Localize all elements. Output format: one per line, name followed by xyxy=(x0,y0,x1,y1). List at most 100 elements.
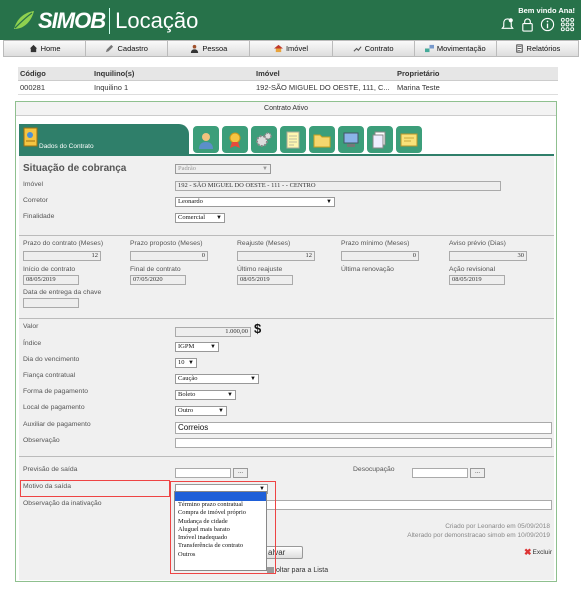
acao-label: Ação revisional xyxy=(449,266,496,273)
chevron-down-icon: ▼ xyxy=(227,392,233,398)
chevron-down-icon: ▼ xyxy=(326,199,332,205)
dropdown-option[interactable]: Imóvel inadequado xyxy=(175,534,266,542)
prazo-contrato-label: Prazo do contrato (Meses) xyxy=(23,240,104,247)
dropdown-option[interactable]: Outros xyxy=(175,551,266,559)
nav-relatorios[interactable]: Relatórios xyxy=(496,41,578,56)
tab-anotacoes[interactable] xyxy=(280,126,306,153)
transfer-icon xyxy=(424,44,434,53)
corretor-label: Corretor xyxy=(23,197,48,204)
indice-value: IGPM xyxy=(178,343,195,350)
contract-panel: Contrato Ativo Dados do Contrato Situaçã… xyxy=(15,101,557,582)
observacao-label: Observação xyxy=(23,437,60,444)
bell-icon[interactable] xyxy=(500,17,515,32)
contract-form: Situação de cobrança Padrão ▼ Imóvel 192 … xyxy=(19,156,554,580)
nav-cadastro[interactable]: Cadastro xyxy=(86,41,169,56)
desocupacao-calendar-button[interactable]: ... xyxy=(470,468,485,478)
tab-garantia[interactable] xyxy=(222,126,248,153)
dropdown-option[interactable]: Compra de imóvel próprio xyxy=(175,509,266,517)
note-icon xyxy=(400,133,418,146)
tab-arquivos[interactable] xyxy=(309,126,335,153)
forma-label: Forma de pagamento xyxy=(23,388,88,395)
tab-bar: Dados do Contrato xyxy=(19,124,554,155)
chevron-down-icon: ▼ xyxy=(188,360,194,366)
reajuste-label: Reajuste (Meses) xyxy=(237,240,291,247)
dropdown-option-empty[interactable] xyxy=(175,492,266,501)
header-icons xyxy=(500,17,575,32)
lock-icon[interactable] xyxy=(520,17,535,32)
info-icon[interactable] xyxy=(540,17,555,32)
reajuste-field: 12 xyxy=(237,251,315,261)
tenant-icon xyxy=(199,132,213,149)
motivo-highlight xyxy=(20,480,170,497)
aviso-field: 30 xyxy=(449,251,527,261)
desocupacao-field[interactable] xyxy=(412,468,468,478)
final-field: 07/05/2020 xyxy=(130,275,186,285)
inicio-field: 08/05/2019 xyxy=(23,275,79,285)
leaf-logo-icon xyxy=(14,11,34,29)
nav-movimentacao[interactable]: Movimentação xyxy=(414,41,497,56)
aviso-label: Aviso prévio (Dias) xyxy=(449,240,506,247)
voltar-link[interactable]: oltar para a Lista xyxy=(267,567,328,574)
nav-contrato[interactable]: Contrato xyxy=(332,41,415,56)
finalidade-select[interactable]: Comercial ▼ xyxy=(175,213,225,223)
tab-dados-contrato[interactable]: Dados do Contrato xyxy=(19,124,189,155)
fianca-value: Caução xyxy=(178,375,198,382)
nav-pessoa[interactable]: Pessoa xyxy=(168,41,251,56)
col-inquilinos: Inquilino(s) xyxy=(92,67,254,81)
previsao-calendar-button[interactable]: ... xyxy=(233,468,248,478)
tab-config[interactable] xyxy=(251,126,277,153)
auxiliar-field[interactable]: Correios xyxy=(175,422,552,434)
dropdown-option[interactable]: Transferência de contrato xyxy=(175,542,266,550)
fianca-select[interactable]: Caução ▼ xyxy=(175,374,259,384)
dia-label: Dia do vencimento xyxy=(23,356,80,363)
auxiliar-label: Auxiliar de pagamento xyxy=(23,421,91,428)
valor-field[interactable]: 1.000,00 xyxy=(175,327,251,337)
dropdown-option[interactable]: Término prazo contratual xyxy=(175,501,266,509)
entrega-field[interactable] xyxy=(23,298,79,308)
indice-select[interactable]: IGPM ▼ xyxy=(175,342,219,352)
desocupacao-label: Desocupação xyxy=(353,466,395,473)
cell-imovel: 192-SÃO MIGUEL DO OESTE, 111, C... xyxy=(254,80,395,95)
nav-label: Contrato xyxy=(364,44,394,53)
divider xyxy=(19,318,554,319)
local-value: Outro xyxy=(178,407,194,414)
local-select[interactable]: Outro ▼ xyxy=(175,406,227,416)
product-name: Locação xyxy=(109,8,198,34)
nav-label: Cadastro xyxy=(117,44,148,53)
tab-documentos[interactable] xyxy=(367,126,393,153)
nav-imovel[interactable]: Imóvel xyxy=(250,41,333,56)
observacao-textarea[interactable] xyxy=(175,438,552,448)
col-codigo: Código xyxy=(18,67,92,81)
cell-proprietario: Marina Teste xyxy=(395,80,558,95)
cell-codigo: 000281 xyxy=(18,80,92,95)
nav-home[interactable]: Home xyxy=(4,41,87,56)
nav-label: Pessoa xyxy=(202,44,228,53)
header-bar: SIMOB Locação Bem vindo Ana! xyxy=(0,0,581,40)
computer-icon xyxy=(343,132,359,147)
excluir-button[interactable]: ✖ Excluir xyxy=(524,547,552,558)
logo[interactable]: SIMOB Locação xyxy=(12,6,198,36)
tab-nota[interactable] xyxy=(396,126,422,153)
voltar-label: oltar para a Lista xyxy=(276,567,329,574)
col-imovel: Imóvel xyxy=(254,67,395,81)
motivo-dropdown-list[interactable]: Término prazo contratual Compra de imóve… xyxy=(174,491,267,571)
fianca-label: Fiança contratual xyxy=(23,372,76,379)
forma-select[interactable]: Boleto ▼ xyxy=(175,390,236,400)
table-row[interactable]: 000281 Inquilino 1 192-SÃO MIGUEL DO OESTE… xyxy=(18,80,558,95)
apps-icon[interactable] xyxy=(560,17,575,32)
tab-inquilino[interactable] xyxy=(193,126,219,153)
indice-label: Índice xyxy=(23,340,42,347)
corretor-select[interactable]: Leonardo ▼ xyxy=(175,197,335,207)
tab-sistema[interactable] xyxy=(338,126,364,153)
situacao-select[interactable]: Padrão ▼ xyxy=(175,164,271,174)
local-label: Local de pagamento xyxy=(23,404,85,411)
acao-field: 08/05/2019 xyxy=(449,275,505,285)
pen-icon xyxy=(106,44,114,53)
dropdown-option[interactable]: Aluguel mais barato xyxy=(175,526,266,534)
currency-icon: $ xyxy=(254,321,262,336)
dia-select[interactable]: 10 ▼ xyxy=(175,358,197,368)
dropdown-option[interactable]: Mudança de cidade xyxy=(175,518,266,526)
main-nav: Home Cadastro Pessoa Imóvel Contrato Mov… xyxy=(3,40,579,57)
prazo-minimo-label: Prazo mínimo (Meses) xyxy=(341,240,410,247)
previsao-field[interactable] xyxy=(175,468,231,478)
